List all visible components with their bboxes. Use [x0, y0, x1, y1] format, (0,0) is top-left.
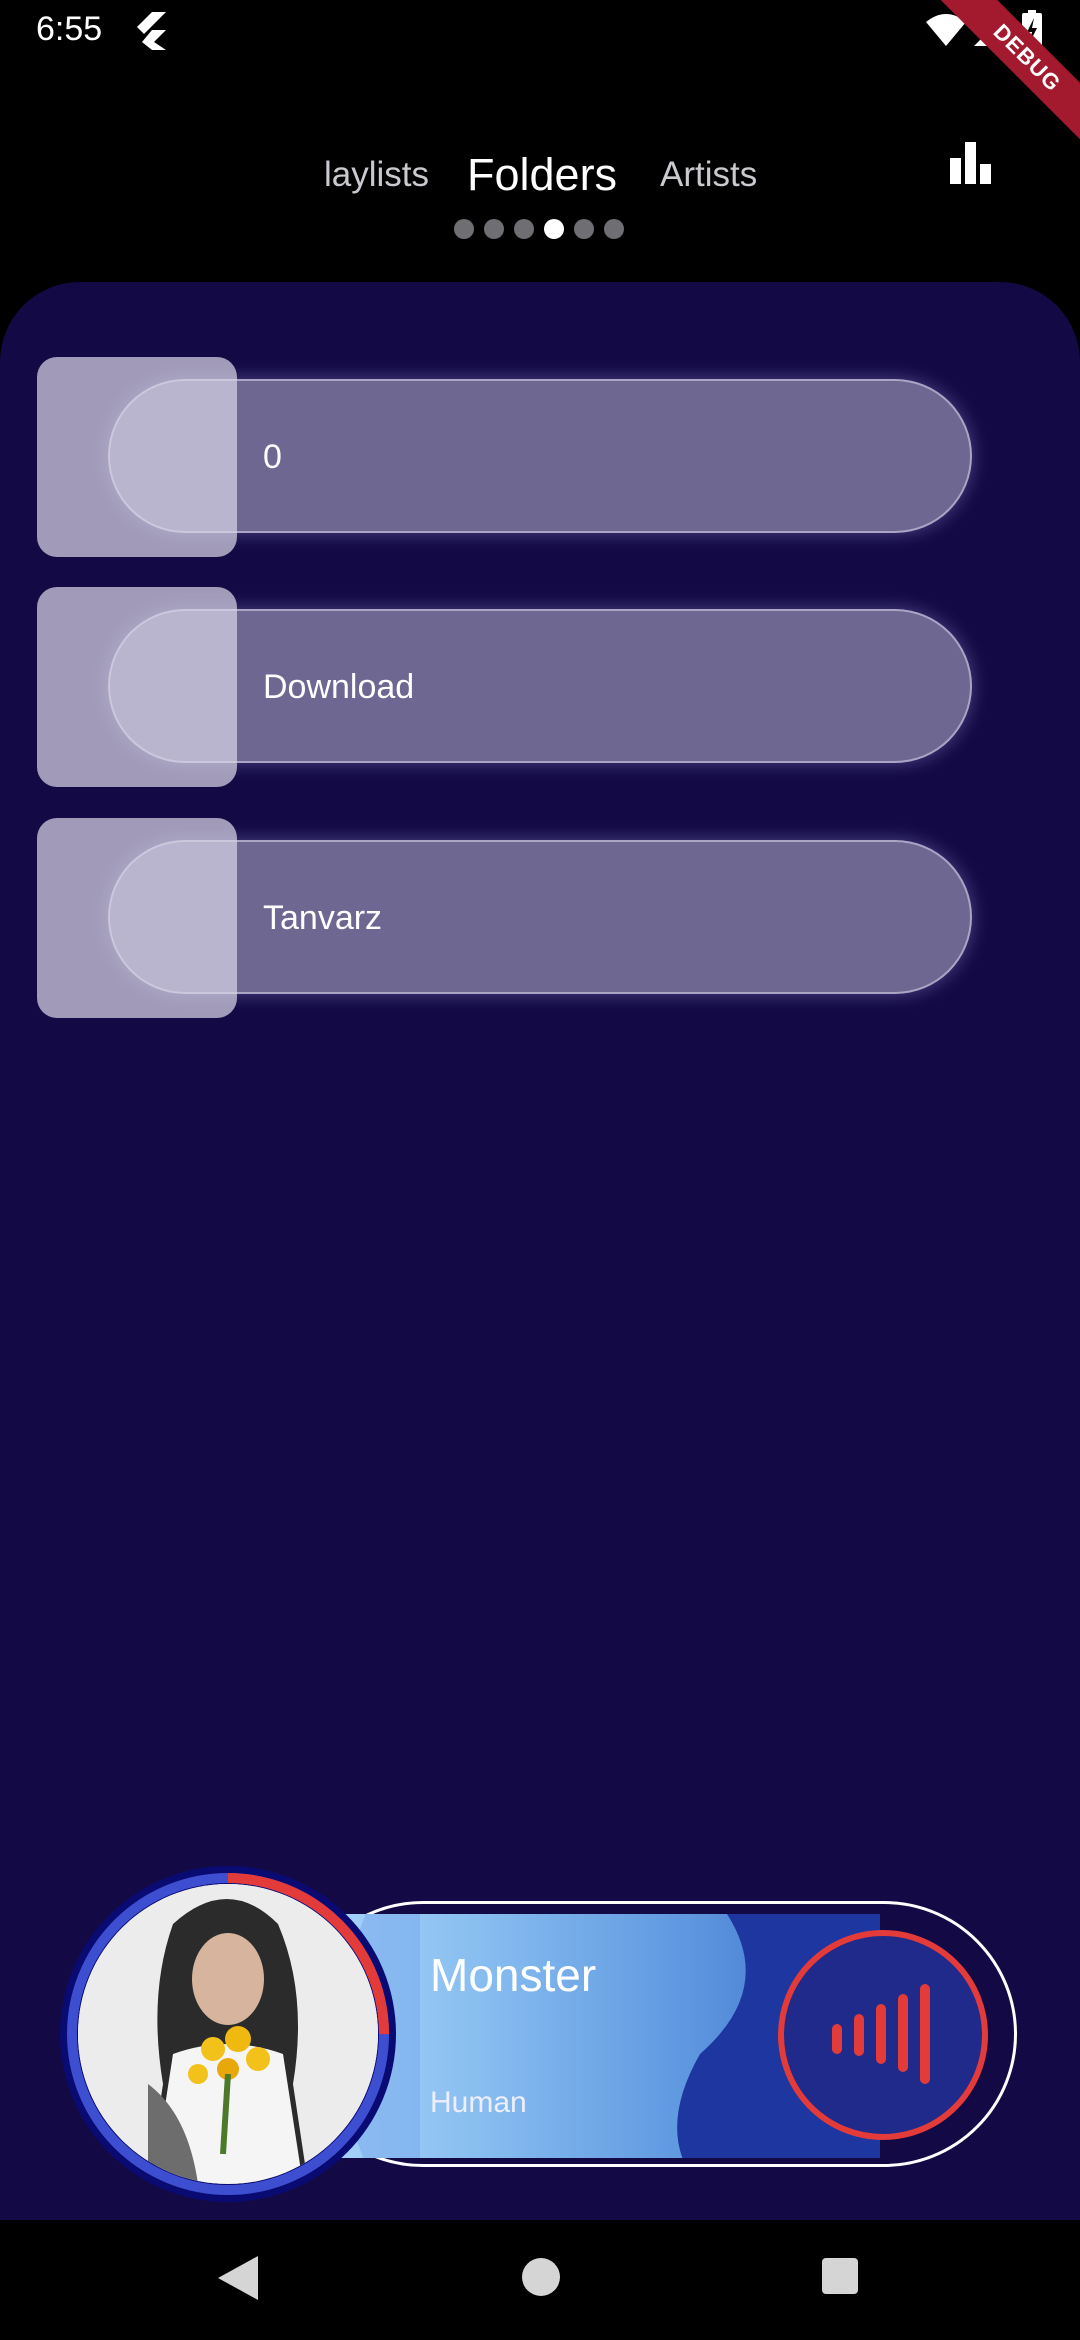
folder-item[interactable]: 0 — [0, 357, 1080, 557]
tab-artists[interactable]: Artists — [660, 140, 757, 210]
home-icon[interactable] — [522, 2258, 560, 2296]
album-art-image — [78, 1884, 378, 2184]
tab-playlists[interactable]: laylists — [324, 140, 429, 210]
folder-card[interactable] — [108, 379, 972, 533]
song-title[interactable]: Monster — [430, 1948, 596, 2002]
folder-item[interactable]: Tanvarz — [0, 818, 1080, 1018]
player-action-button[interactable] — [778, 1930, 988, 2140]
folder-thumbnail — [37, 818, 237, 1018]
folder-name: Download — [263, 668, 415, 706]
category-tab-strip[interactable]: laylists Folders Artists — [300, 140, 770, 210]
page-dot — [574, 219, 594, 239]
folder-card[interactable] — [108, 609, 972, 763]
system-nav-bar — [0, 2220, 1080, 2340]
folder-card[interactable] — [108, 840, 972, 994]
status-time: 6:55 — [36, 10, 103, 48]
folder-thumbnail — [37, 357, 237, 557]
recents-icon[interactable] — [822, 2258, 858, 2294]
tab-folders[interactable]: Folders — [467, 140, 617, 210]
flutter-icon — [137, 12, 166, 50]
app-screen: 6:55 DEBUG laylists Folders Artists 0 Do… — [0, 0, 1080, 2340]
back-icon[interactable] — [218, 2256, 258, 2300]
page-dot-active — [544, 219, 564, 239]
status-bar: 6:55 DEBUG — [0, 0, 1080, 154]
folder-name: 0 — [263, 438, 282, 476]
album-art[interactable] — [78, 1884, 378, 2184]
page-dot — [514, 219, 534, 239]
folder-name: Tanvarz — [263, 899, 383, 937]
folder-thumbnail — [37, 587, 237, 787]
page-dot — [454, 219, 474, 239]
equalizer-icon[interactable] — [950, 142, 992, 184]
page-dot — [604, 219, 624, 239]
folder-item[interactable]: Download — [0, 587, 1080, 787]
page-dot — [484, 219, 504, 239]
sound-wave-icon — [832, 1984, 930, 2084]
song-artist[interactable]: Human — [430, 2086, 527, 2120]
page-indicator — [454, 219, 624, 241]
